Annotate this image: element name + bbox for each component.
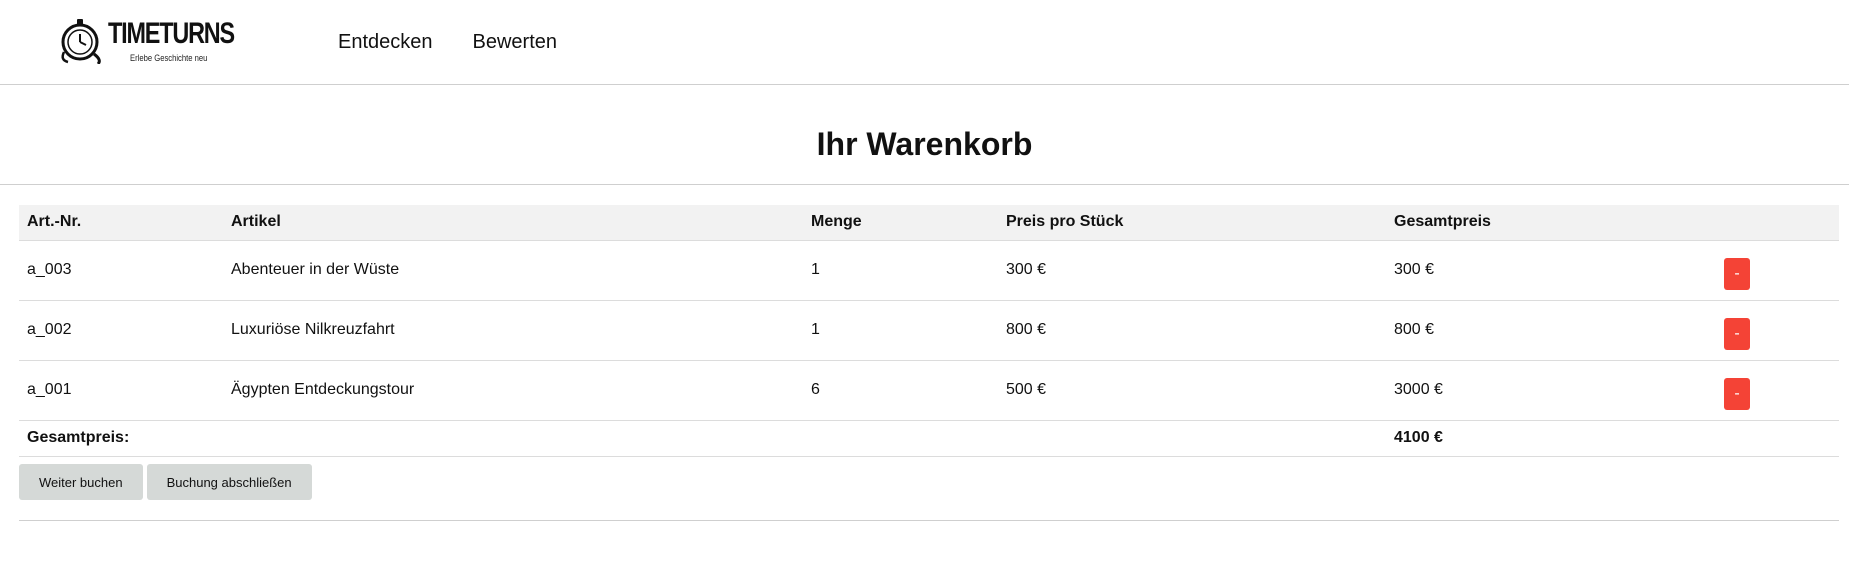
column-header-actions [1716, 205, 1839, 241]
column-header-quantity: Menge [803, 205, 998, 241]
continue-booking-button[interactable]: Weiter buchen [19, 464, 143, 500]
column-header-article: Artikel [223, 205, 803, 241]
unit-price: 300 € [998, 240, 1386, 301]
remove-item-button[interactable]: - [1724, 378, 1750, 410]
cart-actions: Weiter buchen Buchung abschließen [19, 464, 312, 500]
brand-logo[interactable]: TIMETURNS Erlebe Geschichte neu [58, 16, 235, 68]
actions-cell: - [1716, 240, 1839, 301]
table-row: a_003 Abenteuer in der Wüste 1 300 € 300… [19, 240, 1839, 301]
column-header-unit-price: Preis pro Stück [998, 205, 1386, 241]
pocket-watch-icon [61, 19, 101, 64]
nav-item-bewerten[interactable]: Bewerten [473, 30, 558, 54]
remove-item-button[interactable]: - [1724, 318, 1750, 350]
article-number: a_002 [19, 300, 223, 361]
total-value: 4100 € [1386, 420, 1716, 457]
quantity: 1 [803, 300, 998, 361]
unit-price: 800 € [998, 300, 1386, 361]
total-label: Gesamtpreis: [19, 420, 223, 457]
quantity: 1 [803, 240, 998, 301]
total-price: 3000 € [1386, 360, 1716, 421]
total-price: 800 € [1386, 300, 1716, 361]
table-row: a_002 Luxuriöse Nilkreuzfahrt 1 800 € 80… [19, 300, 1839, 361]
actions-cell: - [1716, 360, 1839, 421]
column-header-total-price: Gesamtpreis [1386, 205, 1716, 241]
total-row: Gesamtpreis: 4100 € [19, 420, 1839, 457]
page-title: Ihr Warenkorb [816, 126, 1033, 162]
actions-cell: - [1716, 300, 1839, 361]
divider [19, 520, 1839, 521]
table-header-row: Art.-Nr. Artikel Menge Preis pro Stück G… [19, 205, 1839, 241]
main-nav: Entdecken Bewerten [338, 30, 557, 54]
cart-table: Art.-Nr. Artikel Menge Preis pro Stück G… [19, 205, 1839, 457]
unit-price: 500 € [998, 360, 1386, 421]
article-number: a_003 [19, 240, 223, 301]
article-name: Ägypten Entdeckungstour [223, 360, 803, 421]
brand-name: TIMETURNS [108, 17, 235, 50]
article-name: Abenteuer in der Wüste [223, 240, 803, 301]
article-name: Luxuriöse Nilkreuzfahrt [223, 300, 803, 361]
site-header: TIMETURNS Erlebe Geschichte neu Entdecke… [0, 0, 1849, 85]
total-price: 300 € [1386, 240, 1716, 301]
checkout-button[interactable]: Buchung abschließen [146, 464, 312, 500]
divider [0, 184, 1849, 185]
brand-tagline: Erlebe Geschichte neu [130, 53, 208, 63]
nav-item-entdecken[interactable]: Entdecken [338, 30, 433, 54]
column-header-article-number: Art.-Nr. [19, 205, 223, 241]
remove-item-button[interactable]: - [1724, 258, 1750, 290]
quantity: 6 [803, 360, 998, 421]
table-row: a_001 Ägypten Entdeckungstour 6 500 € 30… [19, 360, 1839, 421]
article-number: a_001 [19, 360, 223, 421]
